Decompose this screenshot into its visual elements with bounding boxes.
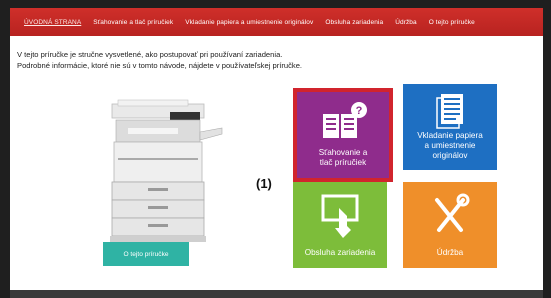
tile-operation-label: Obsluha zariadenia: [304, 248, 376, 257]
nav-home[interactable]: ÚVODNÁ STRANA: [24, 19, 81, 26]
tile-maintenance[interactable]: Údržba: [403, 182, 497, 268]
tools-icon: [435, 193, 470, 232]
nav-about[interactable]: O tejto príručke: [429, 19, 475, 26]
nav-loading-paper[interactable]: Vkladanie papiera a umiestnenie originál…: [185, 19, 313, 26]
tile-download-manuals[interactable]: ? Sťahovanie a tlač príručiek: [293, 88, 393, 182]
bottom-bar: [10, 290, 543, 298]
tile-paper-label-1: Vkladanie papiera: [417, 131, 483, 140]
nav-operation[interactable]: Obsluha zariadenia: [325, 19, 383, 26]
tile-maintenance-label: Údržba: [436, 248, 464, 257]
intro-line-2: Podrobné informácie, ktoré nie sú v tomt…: [17, 60, 303, 70]
nav-maintenance[interactable]: Údržba: [395, 19, 417, 26]
svg-text:?: ?: [356, 105, 363, 117]
tile-paper-label-3: originálov: [432, 151, 468, 160]
tile-loading-paper[interactable]: Vkladanie papiera a umiestnenie originál…: [403, 84, 497, 170]
intro-text: V tejto príručke je stručne vysvetlené, …: [17, 50, 302, 71]
document-icon: [436, 94, 463, 129]
tile-paper-label-2: a umiestnenie: [424, 141, 476, 150]
touch-screen-icon: [321, 194, 359, 238]
tile-download-label-1: Sťahovanie a: [318, 148, 368, 157]
manual-download-icon: ?: [323, 102, 367, 138]
tile-operation[interactable]: Obsluha zariadenia: [293, 182, 387, 268]
nav-download-manuals[interactable]: Sťahovanie a tlač príručiek: [93, 19, 173, 26]
about-manual-button[interactable]: O tejto príručke: [103, 242, 189, 266]
top-navigation: ÚVODNÁ STRANA Sťahovanie a tlač príručie…: [10, 8, 543, 36]
callout-marker: (1): [256, 176, 272, 191]
tile-download-label-2: tlač príručiek: [319, 158, 367, 167]
device-screen: ÚVODNÁ STRANA Sťahovanie a tlač príručie…: [0, 0, 551, 298]
intro-line-1: V tejto príručke je stručne vysvetlené, …: [17, 50, 283, 59]
main-content: V tejto príručke je stručne vysvetlené, …: [10, 36, 543, 290]
